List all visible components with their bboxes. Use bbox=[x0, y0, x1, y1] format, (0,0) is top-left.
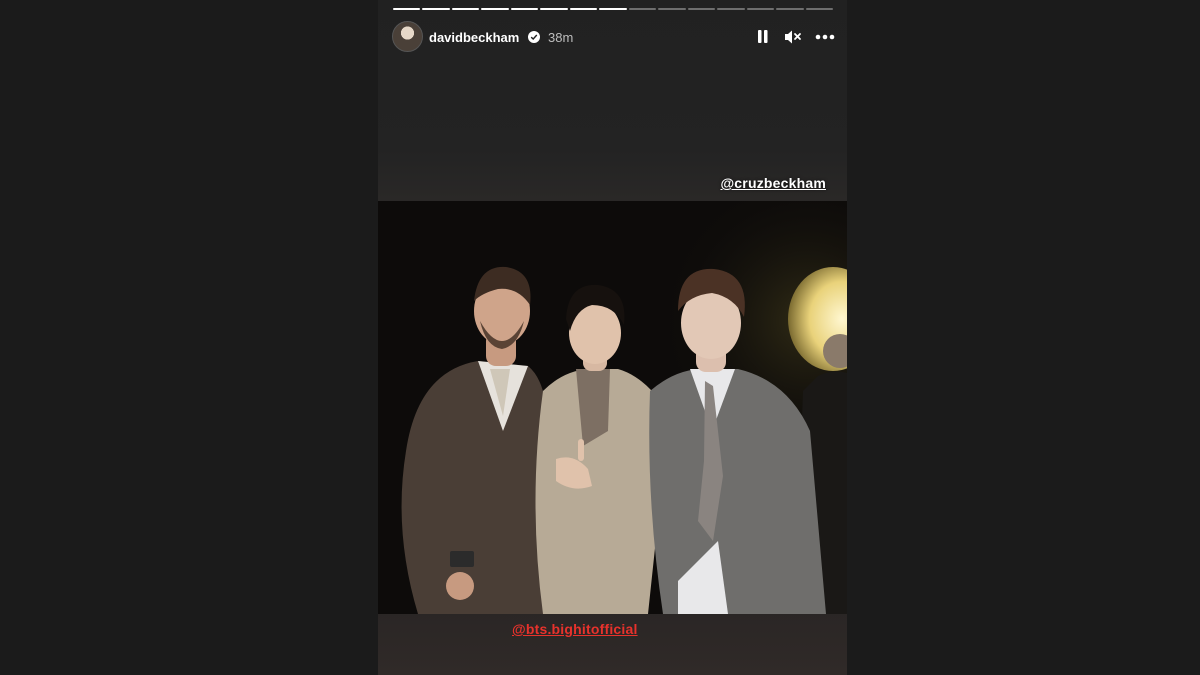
progress-segment bbox=[510, 8, 539, 10]
more-icon bbox=[815, 34, 835, 40]
progress-segment bbox=[393, 8, 421, 10]
avatar[interactable] bbox=[392, 21, 423, 52]
story-viewer[interactable]: davidbeckham 38m @cruzbeckham @bts.bighi… bbox=[378, 0, 847, 675]
mention-tag-top[interactable]: @cruzbeckham bbox=[720, 175, 826, 191]
verified-badge-icon bbox=[528, 31, 540, 43]
mute-button[interactable] bbox=[782, 27, 804, 47]
progress-segment bbox=[687, 8, 716, 10]
username[interactable]: davidbeckham bbox=[429, 30, 519, 45]
progress-segment bbox=[805, 8, 834, 10]
photo-illustration bbox=[378, 201, 847, 614]
story-photo bbox=[378, 201, 847, 614]
story-progress-bar bbox=[393, 8, 834, 11]
progress-segment bbox=[451, 8, 480, 10]
progress-segment bbox=[776, 8, 804, 10]
progress-segment bbox=[422, 8, 450, 10]
progress-segment bbox=[658, 8, 686, 10]
progress-segment bbox=[481, 8, 509, 10]
mention-tag-bottom[interactable]: @bts.bighitofficial bbox=[512, 621, 638, 637]
progress-segment bbox=[569, 8, 598, 10]
pause-icon bbox=[758, 30, 768, 43]
progress-segment bbox=[540, 8, 568, 10]
more-options-button[interactable] bbox=[814, 27, 836, 47]
mute-icon bbox=[785, 30, 801, 44]
progress-segment bbox=[599, 8, 627, 10]
post-time: 38m bbox=[548, 30, 574, 45]
pause-button[interactable] bbox=[752, 27, 774, 47]
progress-segment bbox=[746, 8, 775, 10]
story-header: davidbeckham 38m bbox=[392, 21, 835, 53]
progress-segment bbox=[628, 8, 657, 10]
progress-segment bbox=[717, 8, 745, 10]
